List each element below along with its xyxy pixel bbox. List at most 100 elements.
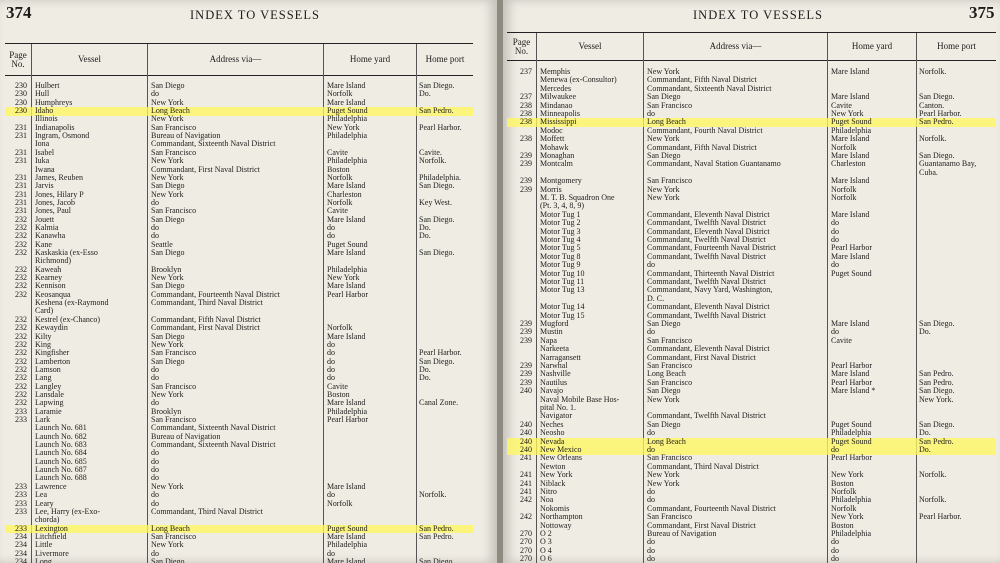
cell-vessel: Northampton: [540, 513, 583, 522]
table-row: 270 O 2 Bureau of Navigation Philadelphia: [507, 530, 996, 539]
cell-vessel: Mercedes: [540, 84, 572, 93]
cell-address: do: [647, 429, 655, 438]
cell-vessel: Monaghan: [540, 152, 575, 160]
cell-page-no: 239: [520, 177, 532, 186]
table-row: Naval Mobile Base Hos- New York New York.: [507, 396, 996, 405]
table-row-highlighted: 240 New Mexico do do Do.: [507, 446, 996, 455]
cell-home-yard: Puget Sound: [831, 269, 872, 278]
cell-vessel: Motor Tug 11: [540, 278, 585, 286]
table-row: Motor Tug 14 Commandant, Eleventh Naval D…: [507, 303, 996, 312]
cell-home-yard: Philadelphia: [831, 429, 871, 438]
cell-home-yard: Mare Island: [831, 210, 870, 219]
cell-home-yard: Cavite: [831, 336, 852, 345]
cell-address: San Francisco: [647, 362, 693, 370]
cell-home-port: San Pedro.: [919, 378, 954, 387]
cell-address: do: [647, 446, 655, 454]
cell-page-no: 270: [520, 530, 532, 538]
cell-home-port: Norfolk.: [919, 135, 947, 144]
cell-address: New York: [647, 185, 680, 194]
cell-home-port: Norfolk.: [919, 496, 947, 505]
table-row: 239 Monaghan San Diego Mare Island San Diego…: [507, 152, 996, 161]
cell-vessel: Motor Tug 8: [540, 252, 581, 261]
page-number: 374: [6, 3, 32, 22]
cell-page-no: 239: [520, 320, 532, 328]
cell-vessel: Narwhal: [540, 362, 568, 370]
cell-vessel: Motor Tug 14: [540, 303, 585, 312]
table-header: Page No. Vessel Address via— Home yard H…: [507, 33, 996, 61]
cell-address: do: [647, 546, 655, 555]
cell-vessel: O 2: [540, 530, 552, 538]
cell-home-port: New York.: [919, 395, 954, 404]
cell-home-yard: Philadelphia: [831, 496, 871, 505]
cell-home-port: Do.: [919, 446, 931, 454]
table-row: 240 Neosho do Philadelphia Do.: [507, 429, 996, 438]
cell-vessel: Minneapolis: [540, 110, 580, 118]
table-row: 241 Nitro do Norfolk: [507, 488, 996, 497]
cell-page-no: 241: [520, 488, 532, 496]
cell-address: Commandant, Eleventh Naval District: [647, 303, 770, 312]
cell-vessel: Mississippi: [540, 118, 577, 127]
table-row: Motor Tug 15 Commandant, Twelfth Naval Di…: [507, 312, 996, 321]
cell-address: San Francisco: [647, 513, 693, 522]
cell-home-yard: do: [831, 227, 839, 236]
cell-address: Commandant, Thirteenth Naval District: [647, 269, 775, 278]
table-row: 239 Mustin do do Do.: [507, 328, 996, 337]
cell-home-port: Pearl Harbor.: [919, 110, 962, 118]
table-row: 238 Moffett New York Mare Island Norfolk.: [507, 135, 996, 144]
cell-home-yard: Mare Island: [831, 370, 870, 379]
cell-vessel: Navigator: [540, 412, 572, 421]
cell-address: do: [647, 328, 655, 337]
cell-address: Commandant, Navy Yard, Washington,: [647, 286, 773, 295]
table-row: Cuba.: [507, 169, 996, 178]
cell-home-yard: New York: [831, 471, 864, 480]
cell-home-port: Guantanamo Bay,: [919, 160, 977, 169]
cell-page-no: 238: [520, 118, 532, 127]
cell-address: New York: [647, 68, 680, 76]
cell-home-port: San Diego.: [419, 557, 455, 563]
cell-home-yard: Charleston: [831, 160, 866, 169]
header-home-port: Home port: [425, 54, 465, 64]
table-row: 242 Northampton San Francisco New York Pearl…: [507, 513, 996, 522]
table-row: Menewa (ex-Consultor) Commandant, Fifth N…: [507, 76, 996, 85]
cell-page-no: 270: [520, 555, 532, 563]
cell-vessel: Moffett: [540, 135, 565, 144]
cell-page-no: 239: [520, 185, 532, 194]
cell-vessel: Navajo: [540, 387, 564, 396]
cell-vessel: Neosho: [540, 429, 565, 438]
cell-home-yard: Mare Island: [831, 93, 870, 102]
cell-address: Commandant, Fifth Naval District: [647, 76, 757, 85]
cell-vessel: Mindanao: [540, 101, 573, 110]
cell-home-port: San Diego.: [919, 320, 955, 328]
cell-page-no: 238: [520, 135, 532, 144]
cell-vessel: Memphis: [540, 68, 571, 76]
cell-vessel: Nashville: [540, 370, 571, 379]
table-row: 239 Montcalm Commandant, Naval Station Gua…: [507, 160, 996, 169]
cell-address: San Diego: [647, 152, 681, 160]
table-row: Motor Tug 9 do do: [507, 261, 996, 270]
cell-home-yard: do: [831, 446, 839, 454]
table-row: (Pt. 3, 4, 8, 9): [507, 202, 996, 211]
cell-address: New York: [647, 479, 680, 488]
cell-home-port: San Pedro.: [919, 118, 954, 127]
cell-address: New York: [647, 194, 680, 202]
cell-vessel: Neches: [540, 420, 564, 429]
cell-home-port: Cuba.: [919, 168, 938, 177]
cell-home-yard: Pearl Harbor: [831, 378, 873, 387]
table-row: Motor Tug 1 Commandant, Eleventh Naval Di…: [507, 211, 996, 220]
table-row: Mohawk Commandant, Fifth Naval District No…: [507, 144, 996, 153]
table-row: Nokomis Commandant, Fourteenth Naval Dist…: [507, 505, 996, 514]
table-row: Navigator Commandant, Twelfth Naval Distr…: [507, 412, 996, 421]
cell-home-yard: do: [831, 328, 839, 337]
cell-home-yard: Norfolk: [831, 143, 857, 152]
cell-home-yard: Norfolk: [831, 194, 857, 202]
page-title: INDEX TO VESSELS: [693, 8, 823, 22]
cell-page-no: 240: [520, 429, 532, 438]
cell-home-yard: Philadelphia: [831, 530, 871, 538]
table-row: 239 Napa San Francisco Cavite: [507, 337, 996, 346]
cell-address: Commandant, Twelfth Naval District: [647, 219, 766, 228]
cell-vessel: Mustin: [540, 328, 563, 337]
cell-vessel: Mugford: [540, 320, 569, 328]
cell-page-no: 239: [520, 328, 532, 337]
cell-address: San Francisco: [647, 378, 693, 387]
cell-address: Commandant, Fourteenth Naval District: [647, 504, 776, 513]
